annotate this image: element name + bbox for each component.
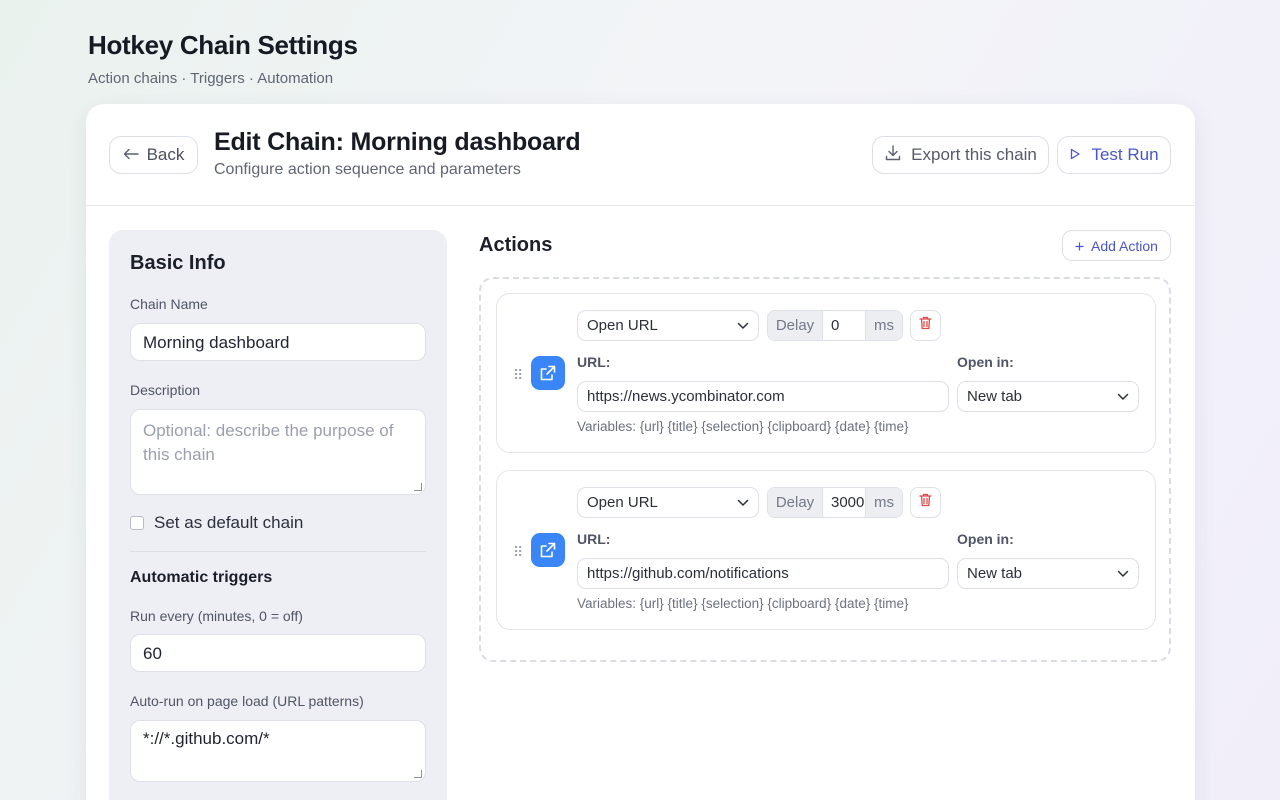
trash-icon [919,493,932,512]
actions-title: Actions [479,234,553,256]
basic-info-panel: Basic Info Chain Name Morning dashboard … [109,230,447,800]
delay-unit: ms [865,488,902,517]
url-label: URL: [577,354,611,370]
run-every-input[interactable]: 60 [130,634,426,672]
variables-hint: Variables: {url} {title} {selection} {cl… [577,419,909,434]
url-input[interactable]: https://github.com/notifications [577,558,949,589]
chevron-down-icon [1117,565,1129,582]
action-type-value: Open URL [587,494,658,511]
arrow-left-icon [123,145,139,165]
card-header: Back Edit Chain: Morning dashboard Confi… [86,104,1195,206]
triggers-title: Automatic triggers [130,569,273,586]
edit-chain-title: Edit Chain: Morning dashboard [214,128,581,156]
basic-info-title: Basic Info [130,252,226,274]
delay-input[interactable]: 0 [823,311,865,340]
default-chain-option[interactable]: Set as default chain [130,513,303,533]
action-type-select[interactable]: Open URL [577,310,759,341]
back-button[interactable]: Back [109,136,198,174]
default-chain-checkbox[interactable] [130,516,144,530]
resize-handle[interactable] [414,770,422,778]
external-link-icon [531,533,565,567]
test-run-label: Test Run [1091,145,1159,164]
page-header: Hotkey Chain Settings Action chains · Tr… [88,30,358,87]
export-chain-button[interactable]: Export this chain [872,136,1049,174]
download-icon [884,144,902,167]
open-in-select[interactable]: New tab [957,558,1139,589]
open-in-select[interactable]: New tab [957,381,1139,412]
play-icon [1069,145,1081,165]
action-type-value: Open URL [587,317,658,334]
test-run-button[interactable]: Test Run [1057,136,1171,174]
page-title: Hotkey Chain Settings [88,30,358,60]
url-label: URL: [577,531,611,547]
delay-field: Delay 3000 ms [767,487,903,518]
description-textarea[interactable]: Optional: describe the purpose of this c… [130,409,426,495]
delete-action-button[interactable] [910,487,941,518]
description-placeholder: Optional: describe the purpose of this c… [143,421,394,464]
edit-chain-subtitle: Configure action sequence and parameters [214,161,521,178]
run-every-label: Run every (minutes, 0 = off) [130,608,303,624]
open-in-label: Open in: [957,354,1014,370]
autorun-label: Auto-run on page load (URL patterns) [130,693,364,709]
action-type-select[interactable]: Open URL [577,487,759,518]
drag-handle-icon[interactable]: ⠿ [513,544,523,561]
delay-label: Delay [768,311,823,340]
delay-input[interactable]: 3000 [823,488,865,517]
default-chain-label: Set as default chain [154,513,304,532]
chevron-down-icon [737,317,749,334]
add-action-button[interactable]: Add Action [1062,230,1171,261]
external-link-icon [531,356,565,390]
action-card: ⠿ Open URL Delay 3000 ms URL: Open in: h… [496,470,1156,630]
drag-handle-icon[interactable]: ⠿ [513,367,523,384]
resize-handle[interactable] [414,483,422,491]
delay-field: Delay 0 ms [767,310,903,341]
autorun-textarea[interactable]: *://*.github.com/* [130,720,426,782]
page-subtitle: Action chains · Triggers · Automation [88,70,334,87]
action-card: ⠿ Open URL Delay 0 ms URL: Open in: http… [496,293,1156,453]
description-label: Description [130,382,201,398]
divider [130,551,426,552]
chain-name-label: Chain Name [130,296,208,312]
open-in-value: New tab [967,388,1023,405]
autorun-value: *://*.github.com/* [143,729,270,748]
back-label: Back [146,145,185,164]
add-action-label: Add Action [1091,237,1158,254]
open-in-label: Open in: [957,531,1014,547]
variables-hint: Variables: {url} {title} {selection} {cl… [577,596,909,611]
chevron-down-icon [737,494,749,511]
trash-icon [919,316,932,335]
chain-name-input[interactable]: Morning dashboard [130,323,426,361]
open-in-value: New tab [967,565,1023,582]
delete-action-button[interactable] [910,310,941,341]
delay-label: Delay [768,488,823,517]
delay-unit: ms [865,311,902,340]
plus-icon [1075,238,1084,254]
edit-chain-card: Back Edit Chain: Morning dashboard Confi… [86,104,1195,800]
actions-list: ⠿ Open URL Delay 0 ms URL: Open in: http… [479,277,1171,662]
chevron-down-icon [1117,388,1129,405]
export-label: Export this chain [911,145,1037,164]
url-input[interactable]: https://news.ycombinator.com [577,381,949,412]
